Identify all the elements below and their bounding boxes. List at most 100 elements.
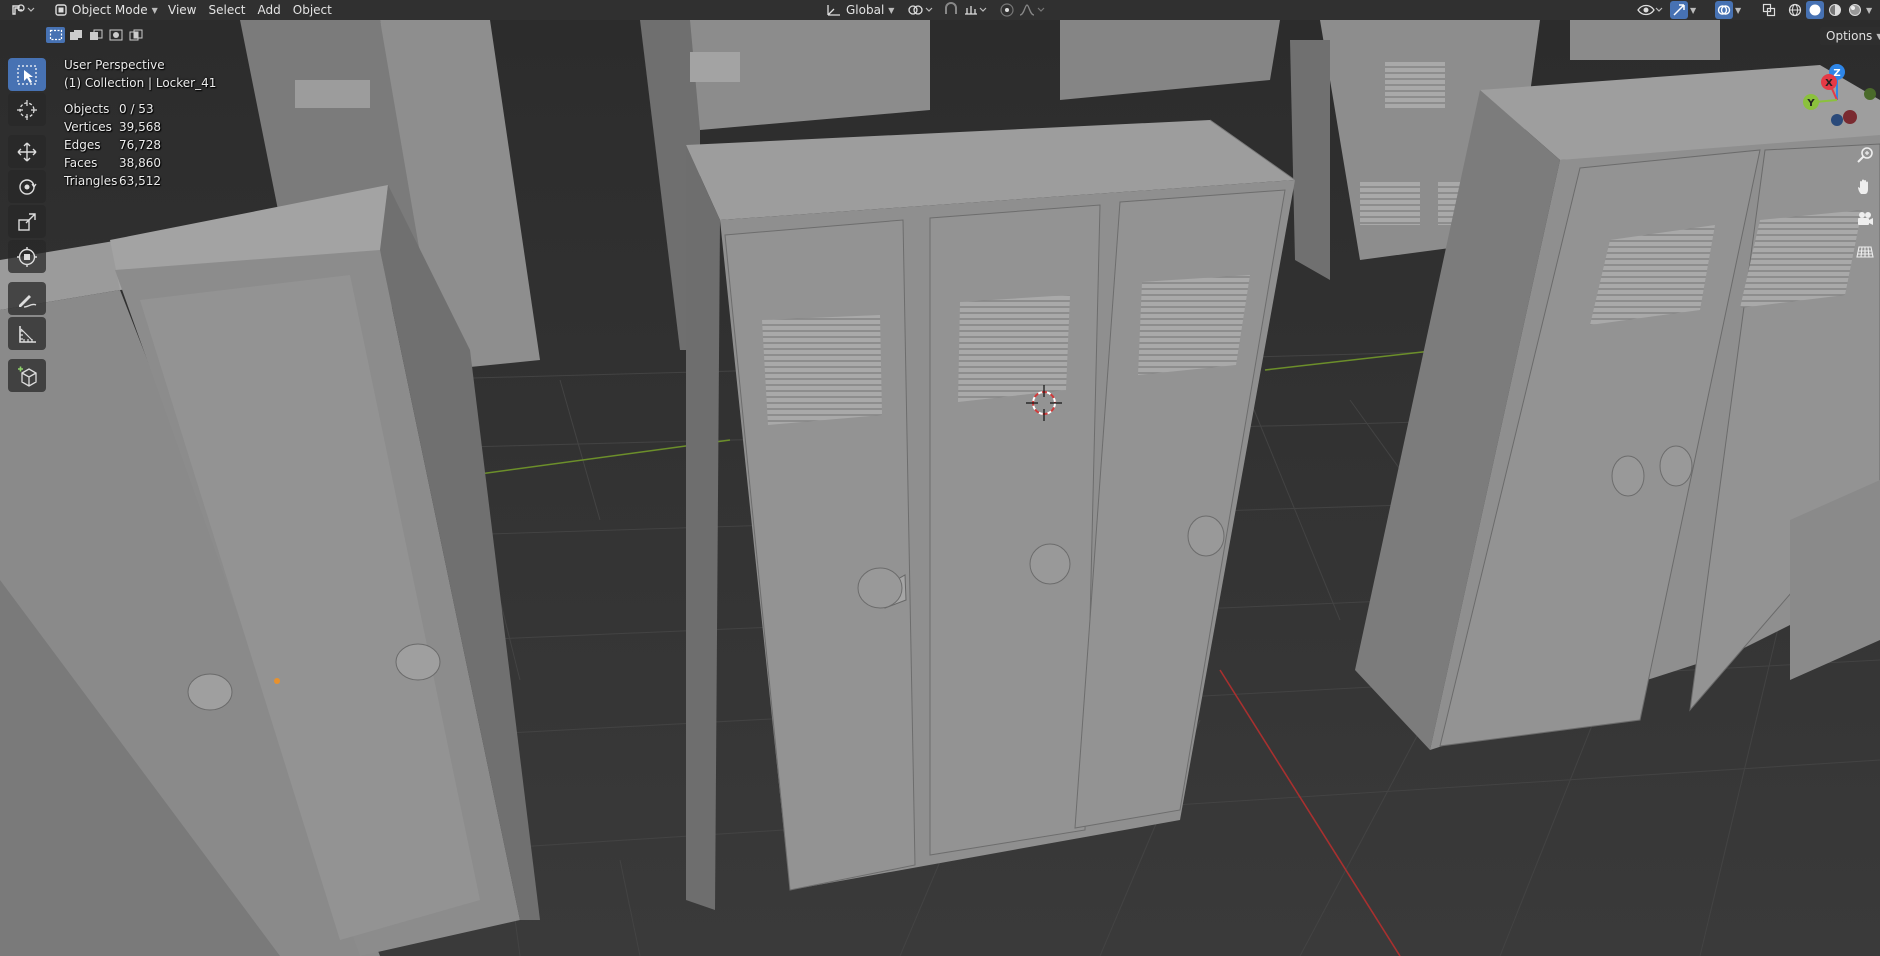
mode-label: Object Mode: [72, 3, 148, 17]
stat-value: 39,568: [119, 120, 161, 134]
navigation-gizmo[interactable]: Z X Y: [1795, 60, 1880, 140]
stat-label: Edges: [64, 138, 101, 152]
select-new-icon: [49, 29, 62, 41]
pan-button[interactable]: [1852, 174, 1878, 200]
stat-value: 63,512: [119, 174, 161, 188]
transform-orientation-dropdown[interactable]: Global ▼: [820, 0, 900, 20]
shading-rendered-button[interactable]: [1846, 0, 1864, 20]
view-name: User Perspective: [64, 58, 165, 72]
measure-icon: [19, 325, 36, 343]
cursor-icon: [17, 99, 37, 120]
tool-move[interactable]: [8, 135, 46, 168]
add-cube-icon: [18, 366, 37, 387]
scene-statistics: Objects 0 / 53 Vertices 39,568 Edges 76,728…: [64, 100, 216, 190]
select-invert-button[interactable]: [106, 27, 125, 43]
gizmo-y-label: Y: [1806, 98, 1815, 109]
stat-value: 76,728: [119, 138, 161, 152]
pan-hand-icon: [1858, 179, 1868, 194]
stat-row: Objects 0 / 53: [64, 100, 216, 118]
chevron-down-icon: ▼: [888, 5, 895, 15]
overlay-dropdown[interactable]: ▼: [1735, 0, 1741, 20]
solid-shading-icon: [1809, 4, 1821, 16]
falloff-icon: [1019, 4, 1045, 16]
viewport-editor-icon: [12, 4, 35, 15]
chevron-down-icon: ▼: [1866, 5, 1873, 15]
menu-add[interactable]: Add: [252, 3, 287, 17]
menu-view[interactable]: View: [162, 3, 202, 17]
tool-cursor[interactable]: [8, 93, 46, 126]
move-icon: [17, 142, 37, 161]
menu-select[interactable]: Select: [202, 3, 251, 17]
rotate-icon: [19, 178, 37, 195]
proportional-edit-toggle[interactable]: [998, 0, 1016, 20]
stat-row: Edges 76,728: [64, 136, 216, 154]
shading-wireframe-button[interactable]: [1786, 0, 1804, 20]
zoom-icon: [1857, 147, 1873, 163]
stat-label: Faces: [64, 156, 98, 170]
select-extend-icon: [69, 30, 82, 40]
object-mode-icon: [55, 4, 67, 16]
gizmo-icon: [1673, 4, 1685, 16]
zoom-button[interactable]: [1852, 142, 1878, 168]
tool-transform[interactable]: [8, 240, 46, 273]
camera-view-button[interactable]: [1852, 206, 1878, 232]
mode-dropdown[interactable]: Object Mode ▼: [48, 0, 164, 20]
menu-object[interactable]: Object: [287, 3, 338, 17]
ortho-grid-icon: [1856, 246, 1874, 258]
scale-icon: [18, 212, 36, 231]
select-subtract-button[interactable]: [86, 27, 105, 43]
snap-toggle[interactable]: [942, 0, 962, 20]
shading-solid-button[interactable]: [1806, 0, 1824, 20]
viewport-header: Object Mode ▼ View Select Add Object Glo…: [0, 0, 1880, 20]
shading-material-button[interactable]: [1826, 0, 1844, 20]
tool-select-box[interactable]: [8, 58, 46, 91]
chevron-down-icon: ▼: [1690, 5, 1697, 15]
options-dropdown[interactable]: Options ▼: [1820, 27, 1880, 45]
tool-shelf: [8, 58, 46, 392]
gizmo-toggle[interactable]: [1670, 0, 1688, 20]
shading-dropdown[interactable]: ▼: [1866, 0, 1872, 20]
select-extend-button[interactable]: [66, 27, 85, 43]
tool-annotate[interactable]: [8, 282, 46, 315]
stat-label: Objects: [64, 102, 110, 116]
visibility-dropdown[interactable]: [1636, 0, 1664, 20]
stat-label: Vertices: [64, 120, 112, 134]
viewport-info-overlay: User Perspective (1) Collection | Locker…: [64, 56, 216, 190]
xray-toggle[interactable]: [1760, 0, 1778, 20]
select-mode-group: [46, 27, 145, 43]
tool-measure[interactable]: [8, 317, 46, 350]
snap-target-dropdown[interactable]: [962, 0, 990, 20]
ortho-toggle-button[interactable]: [1852, 238, 1878, 264]
falloff-dropdown[interactable]: [1018, 0, 1048, 20]
select-new-button[interactable]: [46, 27, 65, 43]
stat-value: 38,860: [119, 156, 161, 170]
collection-label: (1) Collection | Locker_41: [64, 76, 217, 90]
snap-icon: [945, 2, 957, 14]
stat-row: Triangles 63,512: [64, 172, 216, 190]
gizmo-x-label: X: [1825, 78, 1833, 89]
3d-viewport[interactable]: [0, 20, 1880, 956]
tool-scale[interactable]: [8, 205, 46, 238]
tool-rotate[interactable]: [8, 170, 46, 203]
wireframe-shading-icon: [1788, 3, 1802, 17]
proportional-edit-icon: [1000, 3, 1014, 17]
stat-row: Vertices 39,568: [64, 118, 216, 136]
stat-value: 0 / 53: [119, 102, 154, 116]
pivot-point-dropdown[interactable]: [906, 0, 936, 20]
locker-bg-5: [1570, 20, 1720, 60]
overlay-icon: [1717, 5, 1731, 15]
viewport-nav-buttons: [1852, 142, 1878, 264]
overlay-toggle[interactable]: [1715, 0, 1733, 20]
options-label: Options: [1826, 29, 1873, 43]
orientation-label: Global: [846, 3, 885, 17]
tool-add-cube[interactable]: [8, 359, 46, 392]
stat-row: Faces 38,860: [64, 154, 216, 172]
gizmo-dropdown[interactable]: ▼: [1690, 0, 1696, 20]
transform-icon: [17, 246, 37, 267]
chevron-down-icon: ▼: [1876, 31, 1880, 41]
menu-bar: View Select Add Object: [162, 0, 338, 20]
select-intersect-button[interactable]: [126, 27, 145, 43]
rendered-shading-icon: [1849, 4, 1861, 16]
editor-type-dropdown[interactable]: [10, 0, 36, 20]
select-intersect-icon: [129, 29, 142, 41]
